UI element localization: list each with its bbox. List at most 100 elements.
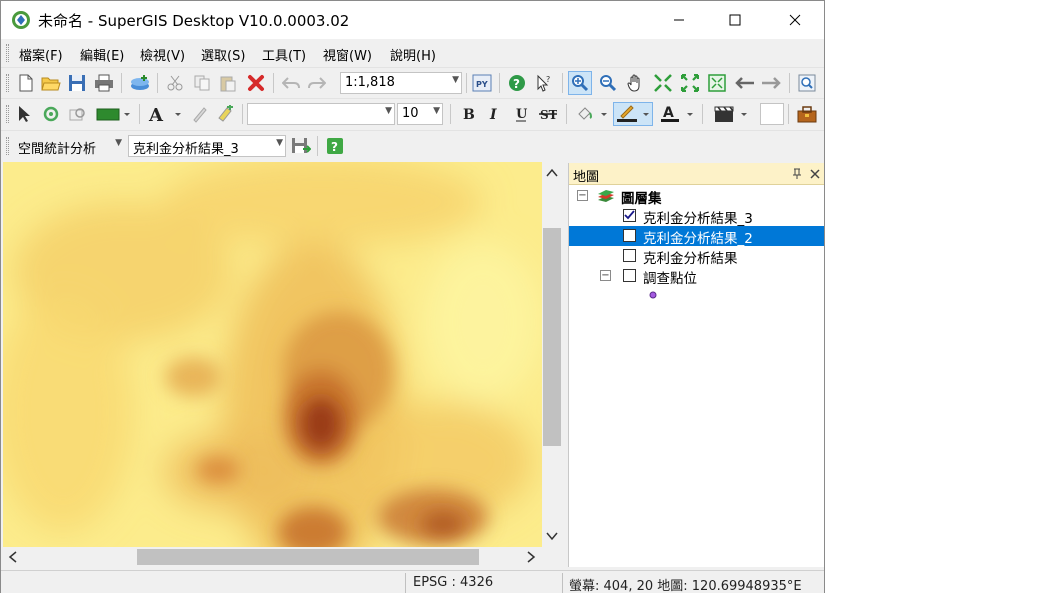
line-color-button[interactable] bbox=[613, 102, 653, 126]
toolbar-grip[interactable] bbox=[6, 74, 9, 92]
svg-text:A: A bbox=[148, 105, 164, 123]
toolbar-grip[interactable] bbox=[6, 137, 9, 155]
copy-button[interactable] bbox=[190, 71, 214, 95]
toolbar-grip[interactable] bbox=[6, 105, 9, 123]
blank-combo[interactable] bbox=[760, 103, 784, 125]
map-canvas[interactable] bbox=[3, 162, 542, 547]
collapse-icon[interactable]: − bbox=[600, 270, 611, 281]
forward-extent-button[interactable] bbox=[759, 71, 783, 95]
pin-icon[interactable] bbox=[791, 168, 803, 180]
svg-text:PY: PY bbox=[476, 80, 488, 89]
bold-button[interactable]: B bbox=[456, 102, 480, 126]
magnifier-window-button[interactable] bbox=[795, 71, 819, 95]
python-button[interactable]: PY bbox=[470, 71, 494, 95]
svg-text:?: ? bbox=[331, 140, 338, 154]
strikethrough-icon: ST bbox=[539, 108, 557, 122]
layer-visibility-checkbox[interactable] bbox=[623, 269, 636, 282]
save-button[interactable] bbox=[65, 71, 89, 95]
menu-select[interactable]: 選取(S) bbox=[201, 45, 245, 64]
layer-item[interactable]: 克利金分析結果 bbox=[569, 246, 824, 267]
full-extent-icon bbox=[708, 74, 726, 92]
fixed-zoom-in-button[interactable] bbox=[651, 71, 675, 95]
result-layer-combo[interactable]: 克利金分析結果_3 ▼ bbox=[128, 135, 286, 157]
layer-tree-root[interactable]: − 圖層集 bbox=[569, 186, 824, 207]
layer-name: 克利金分析結果_2 bbox=[643, 231, 753, 247]
window-title: 未命名 - SuperGIS Desktop V10.0.0003.02 bbox=[38, 12, 350, 30]
font-color-button[interactable]: A bbox=[657, 102, 697, 126]
layer-visibility-checkbox[interactable] bbox=[623, 209, 636, 222]
layer-item[interactable]: 克利金分析結果_3 bbox=[569, 206, 824, 227]
delete-button[interactable] bbox=[244, 71, 268, 95]
fixed-zoom-out-button[interactable] bbox=[678, 71, 702, 95]
zoom-out-button[interactable] bbox=[596, 71, 620, 95]
layer-item[interactable]: − 調查點位 bbox=[569, 266, 824, 287]
map-vertical-scrollbar[interactable] bbox=[542, 162, 562, 547]
help-button[interactable]: ? bbox=[505, 71, 529, 95]
scale-combo[interactable]: 1:1,818 ▼ bbox=[340, 72, 462, 94]
menu-edit[interactable]: 編輯(E) bbox=[80, 45, 124, 64]
menu-tools[interactable]: 工具(T) bbox=[262, 45, 306, 64]
menu-window[interactable]: 視窗(W) bbox=[323, 45, 372, 64]
analysis-help-button[interactable]: ? bbox=[323, 134, 347, 158]
scale-value: 1:1,818 bbox=[345, 75, 395, 90]
scrollbar-corner bbox=[542, 547, 562, 567]
rotate-button[interactable] bbox=[39, 102, 63, 126]
toolbar-separator bbox=[273, 73, 274, 93]
layer-visibility-checkbox[interactable] bbox=[623, 229, 636, 242]
spatial-stats-toolbar: 空間統計分析 ▼ 克利金分析結果_3 ▼ ? bbox=[1, 130, 824, 160]
undo-button[interactable] bbox=[279, 71, 303, 95]
font-color-a-icon: A bbox=[661, 105, 693, 122]
export-result-button[interactable] bbox=[289, 134, 313, 158]
print-button[interactable] bbox=[92, 71, 116, 95]
whats-this-button[interactable]: ? bbox=[532, 71, 556, 95]
highlight-button[interactable] bbox=[213, 102, 237, 126]
italic-button[interactable]: I bbox=[482, 102, 506, 126]
draw-rectangle-button[interactable] bbox=[94, 102, 134, 126]
menu-view[interactable]: 檢視(V) bbox=[140, 45, 185, 64]
chevron-down-icon: ▼ bbox=[433, 106, 440, 116]
add-data-button[interactable] bbox=[128, 71, 152, 95]
spatial-analysis-dropdown[interactable]: 空間統計分析 ▼ bbox=[13, 135, 125, 157]
maximize-button[interactable] bbox=[712, 1, 758, 39]
open-button[interactable] bbox=[39, 71, 63, 95]
map-horizontal-scrollbar[interactable] bbox=[3, 547, 542, 567]
supergis-logo-icon bbox=[12, 11, 30, 29]
redo-button[interactable] bbox=[305, 71, 329, 95]
toolbar-separator bbox=[317, 136, 318, 156]
underline-button[interactable]: U bbox=[509, 102, 533, 126]
menu-help[interactable]: 說明(H) bbox=[390, 45, 436, 64]
edit-vertices-button[interactable] bbox=[188, 102, 212, 126]
minimize-button[interactable] bbox=[656, 1, 702, 39]
zoom-to-selected-button[interactable] bbox=[66, 102, 90, 126]
font-size-combo[interactable]: 10 ▼ bbox=[397, 103, 443, 125]
select-arrow-icon bbox=[19, 106, 30, 122]
toolbox-button[interactable] bbox=[795, 102, 819, 126]
close-icon[interactable] bbox=[809, 168, 821, 180]
zoom-in-button[interactable] bbox=[568, 71, 592, 95]
vscroll-track bbox=[543, 168, 561, 541]
spatial-analysis-label: 空間統計分析 bbox=[18, 142, 97, 157]
pan-button[interactable] bbox=[623, 71, 647, 95]
standard-toolbar: 1:1,818 ▼ PY ? ? bbox=[1, 67, 824, 97]
text-tool-button[interactable]: A bbox=[145, 102, 185, 126]
collapse-icon[interactable]: − bbox=[577, 190, 588, 201]
layer-name: 克利金分析結果_3 bbox=[643, 211, 753, 227]
new-file-button[interactable] bbox=[14, 71, 38, 95]
fill-color-button[interactable] bbox=[574, 102, 612, 126]
menu-file[interactable]: 檔案(F) bbox=[19, 45, 63, 64]
layer-visibility-checkbox[interactable] bbox=[623, 249, 636, 262]
hscroll-track bbox=[8, 549, 536, 565]
cut-button[interactable] bbox=[163, 71, 187, 95]
toolbox-icon bbox=[797, 106, 817, 123]
full-extent-button[interactable] bbox=[705, 71, 729, 95]
close-button[interactable] bbox=[772, 1, 818, 39]
chevron-down-icon: ▼ bbox=[452, 75, 459, 85]
select-elements-button[interactable] bbox=[12, 102, 36, 126]
back-extent-button[interactable] bbox=[733, 71, 757, 95]
paste-button[interactable] bbox=[216, 71, 240, 95]
font-name-combo[interactable]: ▼ bbox=[247, 103, 395, 125]
layer-item[interactable]: 克利金分析結果_2 bbox=[569, 226, 824, 247]
menu-grip[interactable] bbox=[6, 44, 9, 62]
animation-button[interactable] bbox=[711, 102, 751, 126]
strikethrough-button[interactable]: ST bbox=[536, 102, 560, 126]
